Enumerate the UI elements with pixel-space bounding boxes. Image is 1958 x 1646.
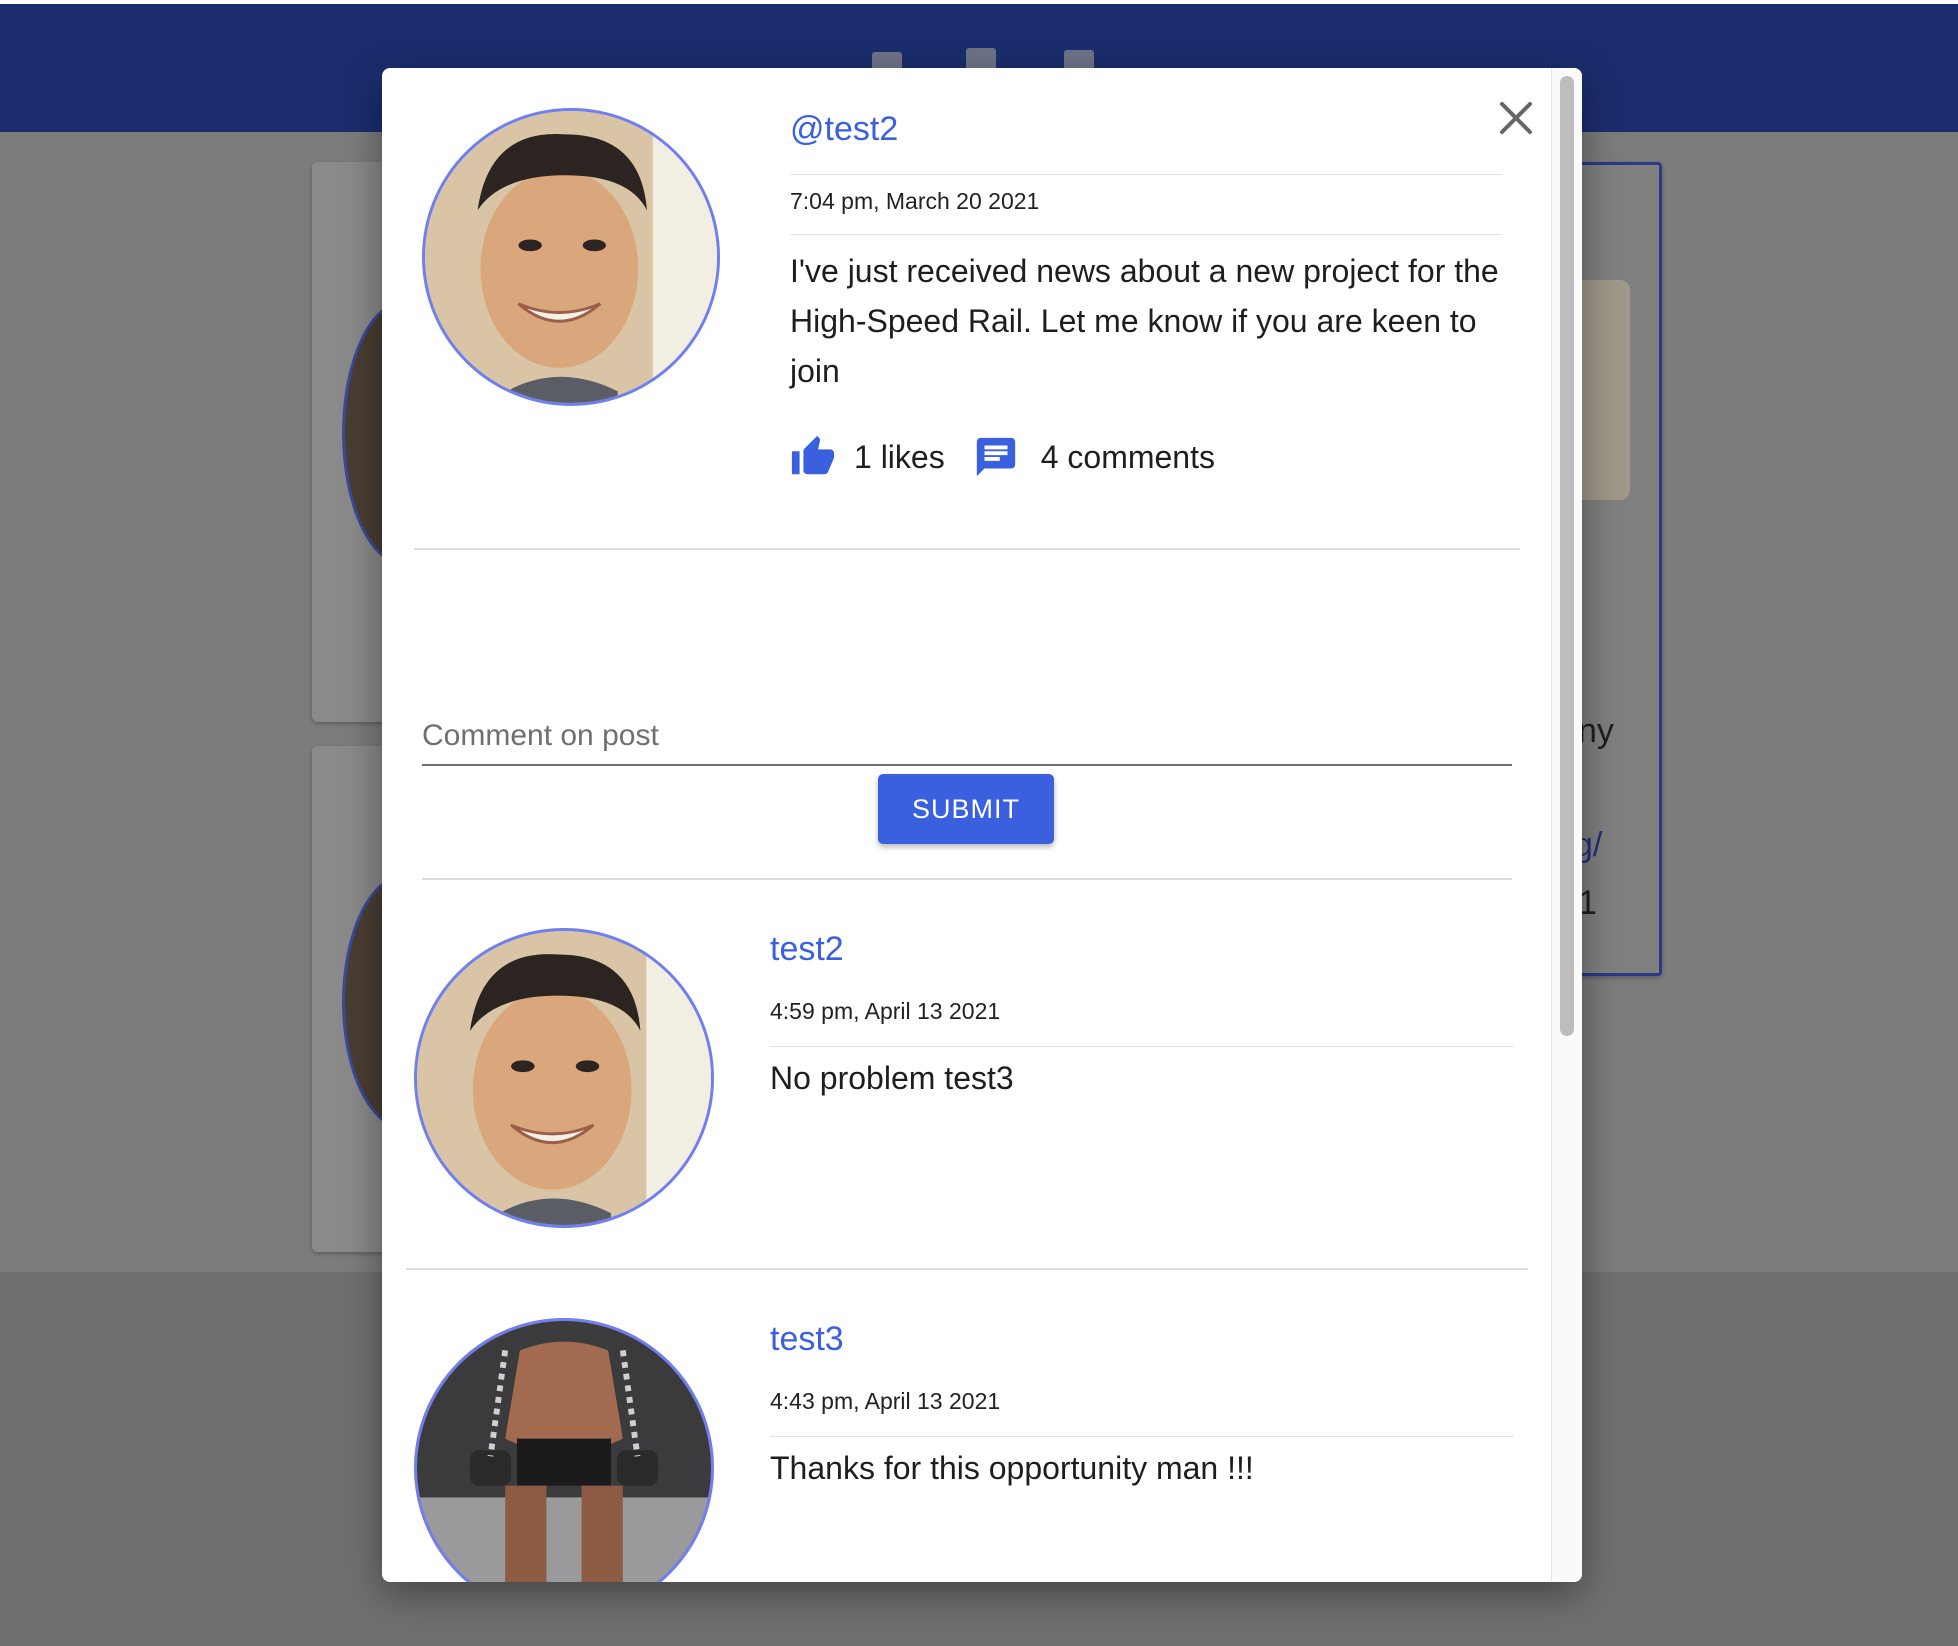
post-time-rule [790, 234, 1502, 235]
comment-divider [406, 1268, 1528, 1270]
modal-scrollbar[interactable] [1551, 68, 1582, 1582]
post-username[interactable]: @test2 [790, 110, 898, 149]
comment-icon[interactable] [973, 434, 1019, 480]
comment-author-avatar[interactable] [414, 928, 714, 1228]
comment-body: No problem test3 [770, 1060, 1014, 1096]
thumbs-up-icon[interactable] [790, 434, 836, 480]
post-detail-modal: @test2 7:04 pm, March 20 2021 I've just … [382, 68, 1582, 1582]
close-icon [1500, 102, 1532, 134]
post-timestamp: 7:04 pm, March 20 2021 [790, 188, 1040, 214]
close-button[interactable] [1494, 96, 1538, 140]
comment-timestamp: 4:59 pm, April 13 2021 [770, 998, 1001, 1024]
background-text-fragment: ny [1578, 712, 1614, 750]
comment-username[interactable]: test2 [770, 930, 844, 969]
comment-time-rule [770, 1046, 1514, 1047]
comment-form-divider [422, 878, 1512, 880]
post-divider [414, 548, 1520, 550]
comments-count: 4 comments [1040, 438, 1215, 475]
submit-comment-button[interactable]: SUBMIT [878, 774, 1054, 844]
post-author-avatar[interactable] [422, 108, 720, 406]
comment-author-avatar[interactable] [414, 1318, 714, 1582]
comment-time-rule [770, 1436, 1514, 1437]
comment-body: Thanks for this opportunity man !!! [770, 1450, 1254, 1486]
comment-input[interactable] [422, 708, 1512, 766]
likes-count: 1 likes [854, 438, 945, 475]
post-body: I've just received news about a new proj… [790, 253, 1499, 389]
comment-username[interactable]: test3 [770, 1320, 844, 1359]
post-actions: 1 likes 4 comments [790, 432, 1215, 482]
comment-timestamp: 4:43 pm, April 13 2021 [770, 1388, 1001, 1414]
scrollbar-thumb[interactable] [1560, 76, 1574, 1036]
post-header-rule [790, 174, 1502, 175]
